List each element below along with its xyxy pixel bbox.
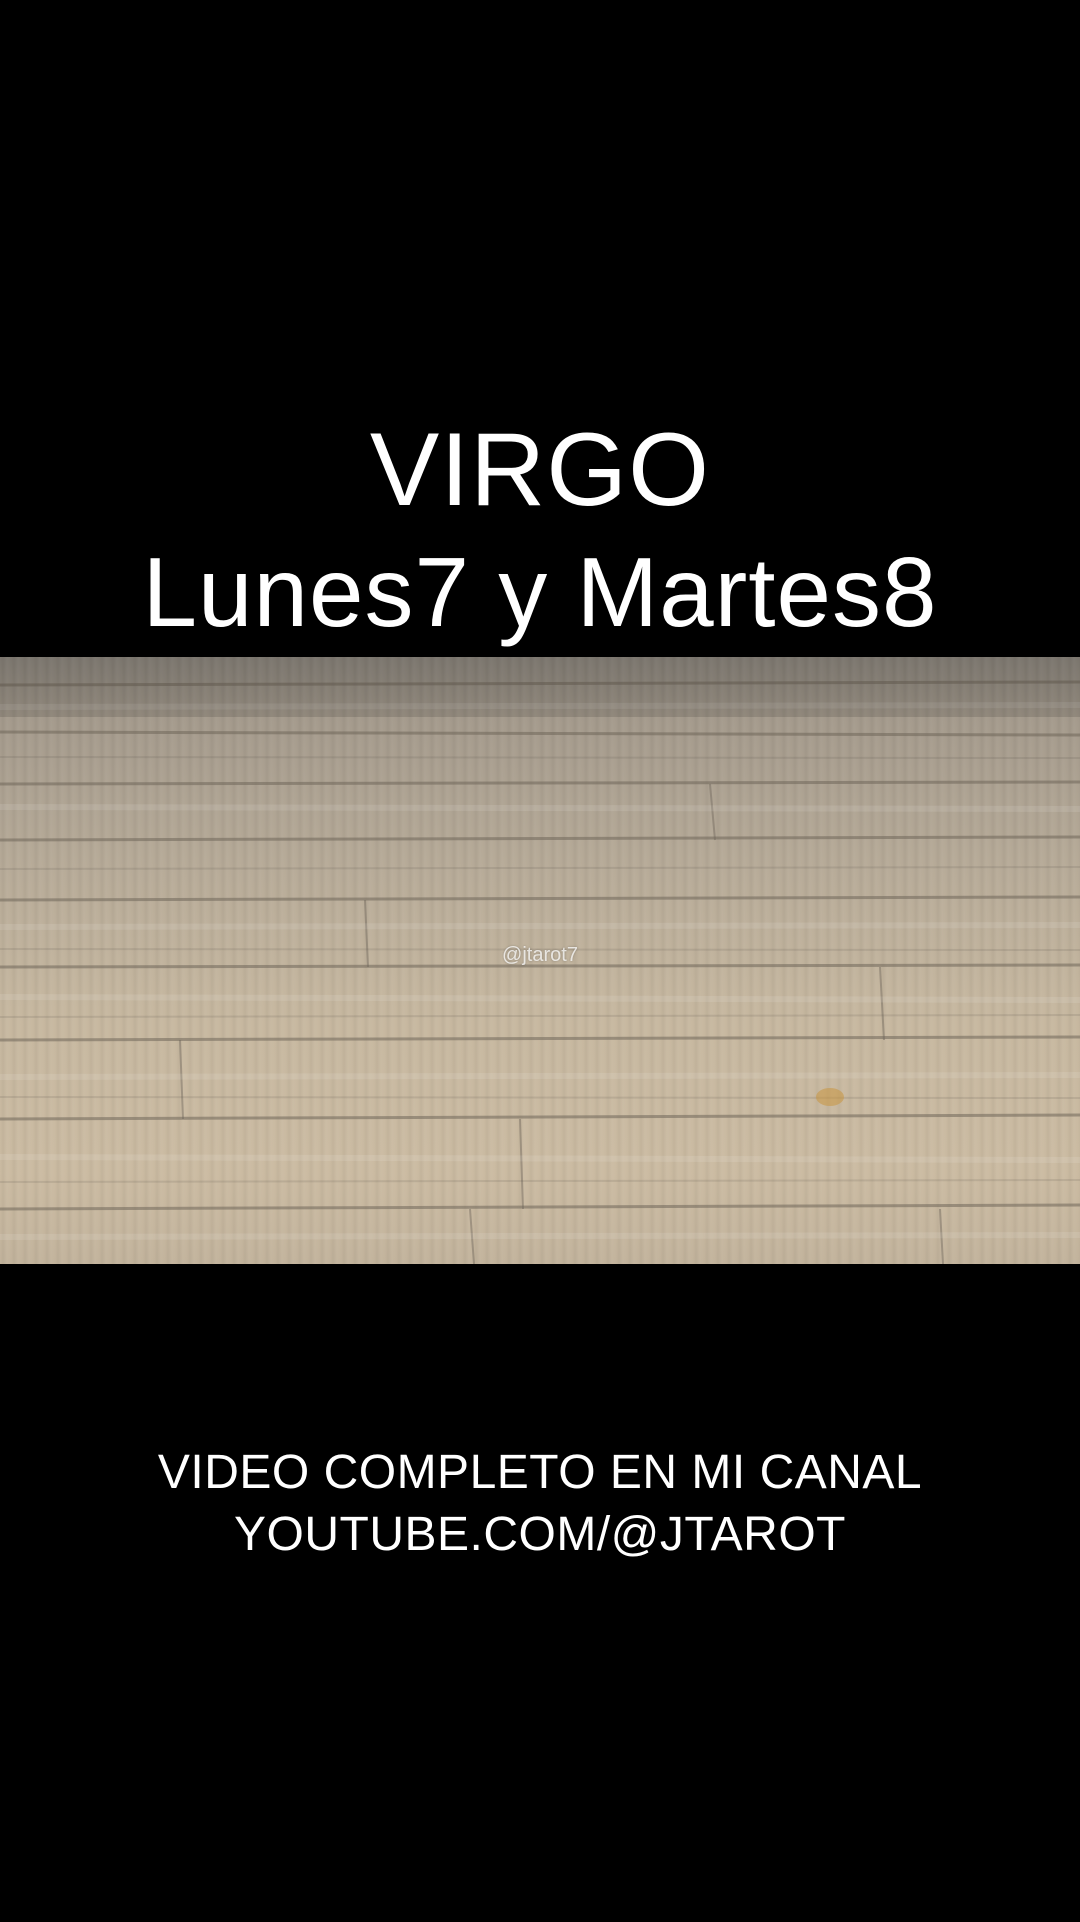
watermark-handle: @jtarot7	[502, 944, 578, 966]
title-overlay: VIRGO Lunes7 y Martes8	[0, 410, 1080, 654]
video-frame[interactable]: @jtarot7	[0, 657, 1080, 1264]
channel-url[interactable]: YOUTUBE.COM/@JTAROT	[0, 1504, 1080, 1566]
promo-line: VIDEO COMPLETO EN MI CANAL	[157, 1446, 923, 1499]
date-subtitle: Lunes7 y Martes8	[142, 537, 938, 647]
zodiac-sign-title: VIRGO	[369, 412, 711, 528]
channel-promo: VIDEO COMPLETO EN MI CANAL YOUTUBE.COM/@…	[0, 1442, 1080, 1566]
